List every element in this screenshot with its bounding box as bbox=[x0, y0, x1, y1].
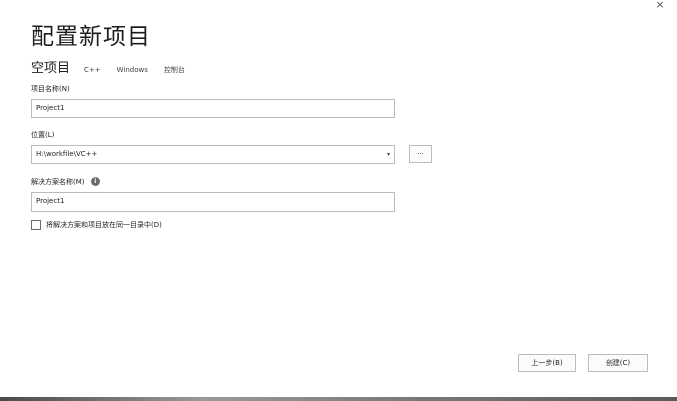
template-tag-platform: Windows bbox=[116, 66, 148, 74]
same-directory-option: 将解决方案和项目放在同一目录中(D) bbox=[31, 220, 162, 230]
browse-button[interactable]: ... bbox=[409, 145, 432, 163]
chevron-down-icon[interactable]: ▾ bbox=[387, 146, 390, 163]
create-button[interactable]: 创建(C) bbox=[588, 354, 648, 372]
same-directory-label[interactable]: 将解决方案和项目放在同一目录中(D) bbox=[46, 220, 162, 230]
template-tag-type: 控制台 bbox=[163, 66, 185, 74]
taskbar-edge bbox=[0, 397, 677, 401]
location-combobox[interactable]: H:\workfile\VC++ ▾ bbox=[31, 145, 395, 164]
location-label: 位置(L) bbox=[31, 131, 55, 139]
configure-project-dialog: × 配置新项目 空项目 C++ Windows 控制台 项目名称(N) Proj… bbox=[0, 0, 677, 401]
template-tag-language: C++ bbox=[84, 66, 101, 74]
location-value: H:\workfile\VC++ bbox=[36, 150, 98, 158]
close-icon[interactable]: × bbox=[653, 0, 667, 14]
back-button[interactable]: 上一步(B) bbox=[518, 354, 576, 372]
solution-name-label-row: 解决方案名称(M) i bbox=[31, 176, 100, 187]
project-name-input[interactable]: Project1 bbox=[31, 99, 395, 118]
same-directory-checkbox[interactable] bbox=[31, 220, 41, 230]
template-name: 空项目 bbox=[31, 61, 71, 76]
project-name-label: 项目名称(N) bbox=[31, 85, 70, 93]
solution-name-label: 解决方案名称(M) bbox=[31, 178, 85, 186]
info-icon[interactable]: i bbox=[90, 176, 100, 186]
template-header: 空项目 C++ Windows 控制台 bbox=[31, 57, 201, 76]
solution-name-input[interactable]: Project1 bbox=[31, 192, 395, 212]
page-title: 配置新项目 bbox=[31, 24, 151, 50]
